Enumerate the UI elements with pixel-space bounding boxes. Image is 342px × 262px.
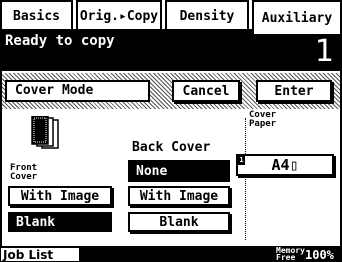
back-blank-button[interactable]: Blank: [128, 212, 230, 232]
enter-button[interactable]: Enter: [256, 80, 332, 102]
cover-paper-label: Cover Paper: [249, 110, 277, 129]
paper-size-value: A4▯: [271, 156, 299, 174]
back-cover-label: Back Cover: [132, 140, 211, 155]
status-bar: Ready to copy 1: [0, 31, 342, 71]
copy-count: 1: [314, 34, 334, 69]
cover-paper-button[interactable]: A4▯: [236, 154, 334, 176]
tab-basics[interactable]: Basics: [0, 0, 73, 30]
tab-orig-copy[interactable]: Orig.▸Copy: [76, 0, 162, 30]
job-list-button[interactable]: Job List: [0, 247, 80, 262]
panel-title: Cover Mode: [5, 80, 150, 102]
cancel-button[interactable]: Cancel: [172, 80, 240, 102]
tab-density[interactable]: Density: [165, 0, 249, 30]
document-stack-icon: [31, 116, 59, 149]
memory-value: 100%: [305, 248, 334, 262]
front-cover-label: Front Cover: [10, 163, 38, 182]
tray-number-badge: 1: [238, 156, 245, 165]
tab-auxiliary[interactable]: Auxiliary: [252, 0, 342, 34]
back-with-image-button[interactable]: With Image: [128, 186, 230, 206]
back-none-button[interactable]: None: [128, 160, 230, 182]
tabs-baseline: [0, 29, 252, 31]
memory-label: Memory Free: [276, 246, 305, 262]
section-divider: [245, 118, 246, 240]
front-blank-button[interactable]: Blank: [8, 212, 112, 232]
front-with-image-button[interactable]: With Image: [8, 186, 112, 206]
status-message: Ready to copy: [5, 33, 115, 49]
